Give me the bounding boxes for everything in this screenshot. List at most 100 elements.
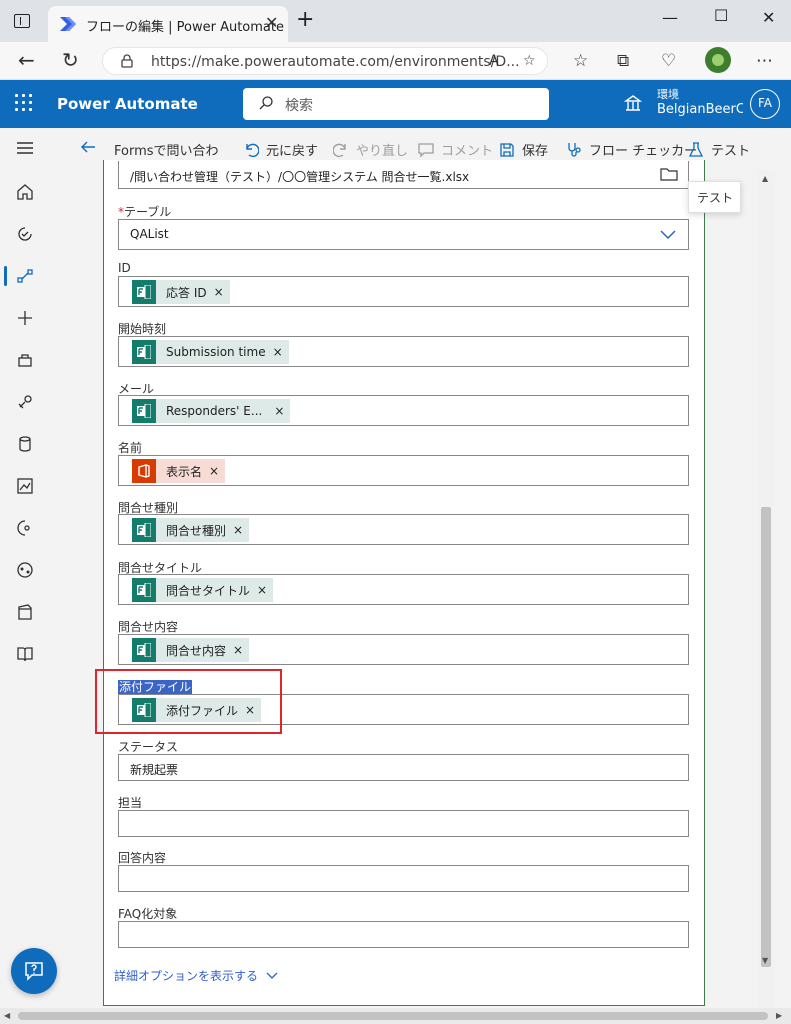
vertical-scroll-thumb[interactable]	[761, 507, 771, 967]
remove-token-icon[interactable]: ×	[233, 643, 243, 657]
dynamic-token[interactable]: 問合せ内容 ×	[132, 638, 250, 662]
remove-token-icon[interactable]: ×	[209, 464, 219, 478]
dynamic-token[interactable]: 問合せ種別 ×	[132, 518, 250, 542]
show-advanced-options-link[interactable]: 詳細オプションを表示する	[114, 967, 278, 984]
beaker-icon	[688, 141, 704, 157]
url-text: https://make.powerautomate.com/environme…	[151, 54, 520, 70]
flow-checker-button[interactable]: フロー チェッカー	[566, 140, 697, 159]
undo-icon	[246, 143, 259, 157]
more-options-icon[interactable]: ⋯	[756, 51, 773, 71]
scroll-right-icon[interactable]: ▶	[776, 1011, 782, 1020]
profile-icon[interactable]	[705, 47, 731, 73]
field-input-faq[interactable]	[118, 921, 689, 948]
browser-tab[interactable]: フローの編集 | Power Automate ✕	[48, 6, 288, 42]
process-mining-icon[interactable]	[0, 552, 50, 588]
templates-icon[interactable]	[0, 342, 50, 378]
search-input[interactable]: 検索	[243, 88, 549, 120]
flow-name[interactable]: Formsで問い合わ	[114, 140, 219, 159]
home-icon[interactable]	[0, 174, 50, 210]
collections-icon[interactable]: ⧉	[617, 51, 629, 71]
address-bar[interactable]: https://make.powerautomate.com/environme…	[102, 47, 548, 75]
dynamic-token[interactable]: 応答 ID ×	[132, 280, 230, 304]
browser-tab-bar: フローの編集 | Power Automate ✕ + — ☐ ✕	[0, 0, 791, 42]
ai-hub-icon[interactable]	[0, 510, 50, 546]
test-button[interactable]: テスト	[688, 140, 750, 159]
app-launcher-icon[interactable]	[15, 94, 33, 112]
scroll-down-icon[interactable]: ▼	[762, 956, 768, 965]
minimize-icon[interactable]: —	[662, 8, 678, 27]
create-icon[interactable]	[0, 300, 50, 336]
back-icon[interactable]: ←	[18, 48, 35, 72]
horizontal-scrollbar[interactable]: ◀ ▶	[0, 1008, 791, 1024]
learn-icon[interactable]	[0, 636, 50, 672]
close-tab-icon[interactable]: ✕	[265, 13, 278, 32]
forms-icon	[132, 638, 156, 662]
redo-icon	[333, 143, 346, 157]
add-favorite-icon[interactable]: ☆	[523, 53, 536, 69]
favorites-icon[interactable]: ☆	[573, 51, 588, 71]
app-name[interactable]: Power Automate	[57, 95, 198, 113]
table-value: QAList	[130, 227, 169, 241]
dynamic-token[interactable]: 表示名 ×	[132, 459, 226, 483]
chevron-down-icon	[266, 972, 278, 979]
save-button[interactable]: 保存	[499, 140, 548, 159]
environment-icon[interactable]	[624, 94, 642, 112]
field-input-assignee[interactable]	[118, 810, 689, 837]
refresh-icon[interactable]: ↻	[62, 48, 79, 72]
window-menu-icon[interactable]	[14, 14, 30, 28]
remove-token-icon[interactable]: ×	[257, 583, 267, 597]
close-window-icon[interactable]: ✕	[762, 8, 775, 27]
new-tab-icon[interactable]: +	[296, 9, 314, 31]
remove-token-icon[interactable]: ×	[273, 345, 283, 359]
help-button[interactable]	[11, 948, 57, 994]
redo-button[interactable]: やり直し	[333, 140, 408, 159]
dynamic-token[interactable]: Submission time ×	[132, 340, 289, 364]
field-input-name[interactable]: 表示名 ×	[118, 455, 689, 486]
field-input-email[interactable]: Responders' E... ×	[118, 395, 689, 426]
browser-toolbar: ← ↻ https://make.powerautomate.com/envir…	[0, 42, 791, 80]
maximize-icon[interactable]: ☐	[714, 6, 728, 25]
lock-icon	[121, 54, 133, 68]
dynamic-token[interactable]: Responders' E... ×	[132, 399, 291, 423]
field-label-answer: 回答内容	[118, 851, 167, 865]
read-aloud-icon[interactable]: A	[489, 53, 499, 69]
field-input-inquiry-content[interactable]: 問合せ内容 ×	[118, 634, 689, 665]
active-indicator	[4, 266, 7, 286]
connectors-icon[interactable]	[0, 384, 50, 420]
table-label: *テーブル	[118, 205, 172, 219]
field-input-id[interactable]: 応答 ID ×	[118, 276, 689, 307]
search-icon	[259, 96, 273, 110]
vertical-scrollbar[interactable]: ▲ ▼	[757, 170, 775, 1008]
file-field[interactable]: /問い合わせ管理（テスト）/〇〇管理システム 問合せ一覧.xlsx	[118, 161, 689, 189]
browser-essentials-icon[interactable]: ♡	[661, 51, 676, 71]
hamburger-menu-icon[interactable]	[0, 130, 50, 166]
forms-icon	[132, 280, 156, 304]
scroll-left-icon[interactable]: ◀	[4, 1011, 10, 1020]
avatar[interactable]: FA	[750, 89, 780, 119]
field-input-status[interactable]: 新規起票	[118, 754, 689, 781]
app-header: Power Automate 検索 環境 BelgianBeerCo FA	[0, 80, 791, 128]
token-label: Responders' E...	[166, 404, 263, 418]
data-icon[interactable]	[0, 426, 50, 462]
solutions-icon[interactable]	[0, 594, 50, 630]
folder-icon[interactable]	[660, 167, 678, 181]
status-value: 新規起票	[130, 763, 179, 777]
table-dropdown[interactable]: QAList	[118, 219, 689, 250]
undo-button[interactable]: 元に戻す	[243, 140, 318, 159]
comment-button[interactable]: コメント	[418, 140, 493, 159]
remove-token-icon[interactable]: ×	[214, 285, 224, 299]
monitor-icon[interactable]	[0, 468, 50, 504]
horizontal-scroll-thumb[interactable]	[18, 1012, 768, 1020]
field-input-start-time[interactable]: Submission time ×	[118, 336, 689, 367]
remove-token-icon[interactable]: ×	[274, 404, 284, 418]
scroll-up-icon[interactable]: ▲	[762, 174, 768, 183]
dynamic-token[interactable]: 問合せタイトル ×	[132, 578, 274, 602]
my-flows-icon[interactable]	[0, 258, 50, 294]
approvals-icon[interactable]	[0, 216, 50, 252]
field-input-answer[interactable]	[118, 865, 689, 892]
remove-token-icon[interactable]: ×	[233, 523, 243, 537]
field-input-inquiry-type[interactable]: 問合せ種別 ×	[118, 514, 689, 545]
back-button[interactable]	[80, 139, 103, 155]
environment-name[interactable]: BelgianBeerCo	[657, 102, 743, 117]
field-input-inquiry-title[interactable]: 問合せタイトル ×	[118, 574, 689, 605]
